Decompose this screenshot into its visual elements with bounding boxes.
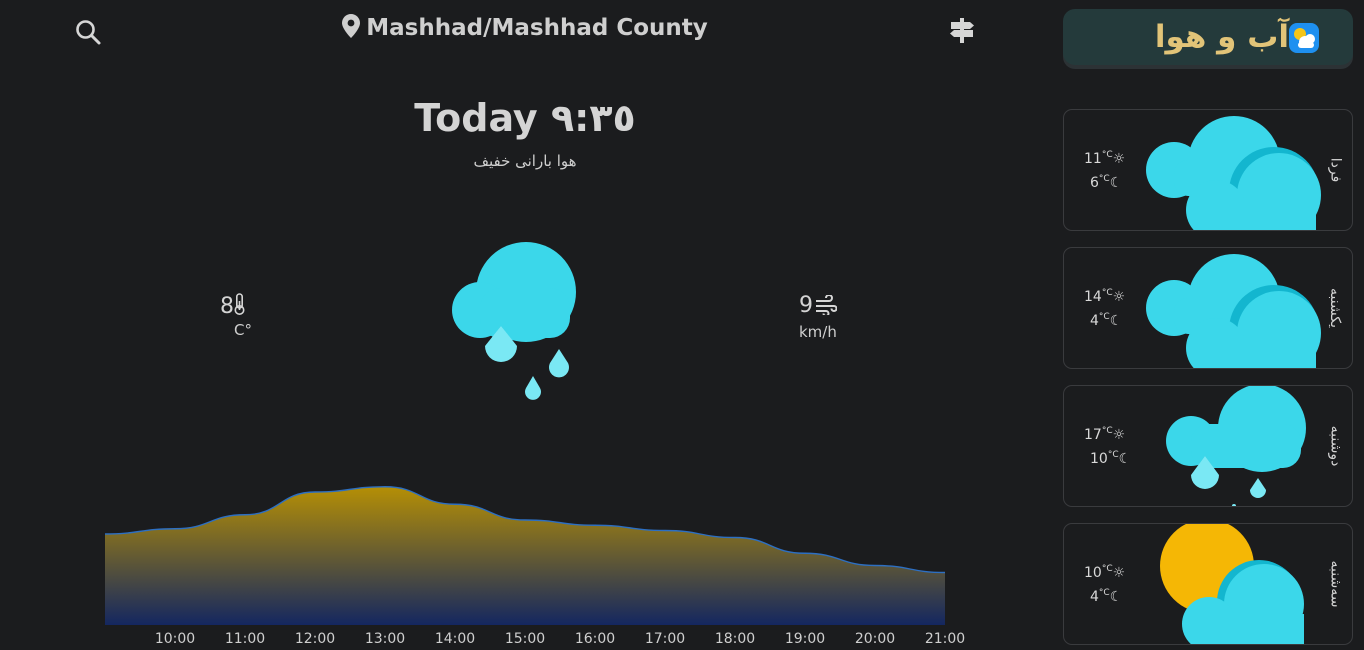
map-pin-icon	[342, 14, 361, 44]
hour-tick-label: 21:00	[924, 631, 966, 647]
current-time-title: Today ٩:٣٥	[414, 96, 636, 140]
day-label: یکشنبه	[1327, 287, 1344, 329]
app-brand[interactable]: آب و هوا	[1063, 9, 1353, 65]
signpost-icon[interactable]	[948, 16, 976, 44]
weather-description: هوا بارانی خفیف	[473, 152, 577, 170]
high-temp: 14°C☼	[1084, 288, 1126, 305]
forecast-day-card[interactable]: 14°C☼ 4°C☾ یکشنبه	[1063, 247, 1353, 369]
location-text: Mashhad/Mashhad County	[366, 15, 708, 41]
wind-metric: 9 km/h	[799, 293, 869, 341]
moon-icon: ☾	[1109, 313, 1123, 329]
temperature-unit: C°	[234, 321, 252, 339]
wind-unit: km/h	[799, 323, 837, 341]
day-label: سه‌شنبه	[1327, 560, 1344, 608]
sun-icon: ☼	[1112, 427, 1126, 443]
hour-tick-label: 14:00	[434, 631, 476, 647]
low-temp: 10°C☾	[1090, 450, 1132, 467]
partly-sunny-icon	[1160, 524, 1304, 644]
hour-tick-label: 11:00	[224, 631, 266, 647]
low-temp: 4°C☾	[1090, 312, 1123, 329]
rain-icon	[1166, 386, 1306, 506]
moon-icon: ☾	[1109, 589, 1123, 605]
forecast-day-card[interactable]: 10°C☼ 4°C☾ سه‌شنبه	[1063, 523, 1353, 645]
sun-icon: ☼	[1112, 151, 1126, 167]
hour-tick-label: 12:00	[294, 631, 336, 647]
moon-icon: ☾	[1109, 175, 1123, 191]
forecast-day-card[interactable]: 17°C☼ 10°C☾ دوشنبه	[1063, 385, 1353, 507]
high-temp: 10°C☼	[1084, 564, 1126, 581]
low-temp: 6°C☾	[1090, 174, 1123, 191]
cloudy-icon	[1146, 254, 1321, 368]
day-label: فردا	[1327, 157, 1344, 183]
sun-icon: ☼	[1112, 289, 1126, 305]
hour-tick-label: 10:00	[154, 631, 196, 647]
temperature-area	[105, 486, 945, 625]
hour-tick-label: 15:00	[504, 631, 546, 647]
hour-tick-label: 19:00	[784, 631, 826, 647]
hour-tick-label: 13:00	[364, 631, 406, 647]
hour-tick-label: 16:00	[574, 631, 616, 647]
temperature-value: 8	[220, 294, 234, 319]
high-temp: 11°C☼	[1084, 150, 1126, 167]
moon-icon: ☾	[1118, 451, 1132, 467]
hourly-temperature-chart	[105, 486, 946, 625]
app-title: آب و هوا	[1154, 19, 1289, 55]
hour-tick-label: 17:00	[644, 631, 686, 647]
cloudy-icon	[1146, 116, 1321, 230]
wind-value: 9	[799, 293, 813, 318]
hour-tick-label: 18:00	[714, 631, 756, 647]
temperature-metric: 8 C°	[220, 293, 280, 339]
location-label[interactable]: Mashhad/Mashhad County	[0, 14, 1050, 44]
sun-icon: ☼	[1112, 565, 1126, 581]
forecast-day-card[interactable]: 11°C☼ 6°C☾ فردا	[1063, 109, 1353, 231]
low-temp: 4°C☾	[1090, 588, 1123, 605]
high-temp: 17°C☼	[1084, 426, 1126, 443]
day-label: دوشنبه	[1327, 425, 1343, 467]
wind-icon	[815, 294, 838, 319]
weather-main-icon	[448, 236, 608, 406]
app-logo-icon	[1289, 23, 1319, 53]
hour-tick-label: 20:00	[854, 631, 896, 647]
thermometer-icon	[234, 293, 245, 319]
